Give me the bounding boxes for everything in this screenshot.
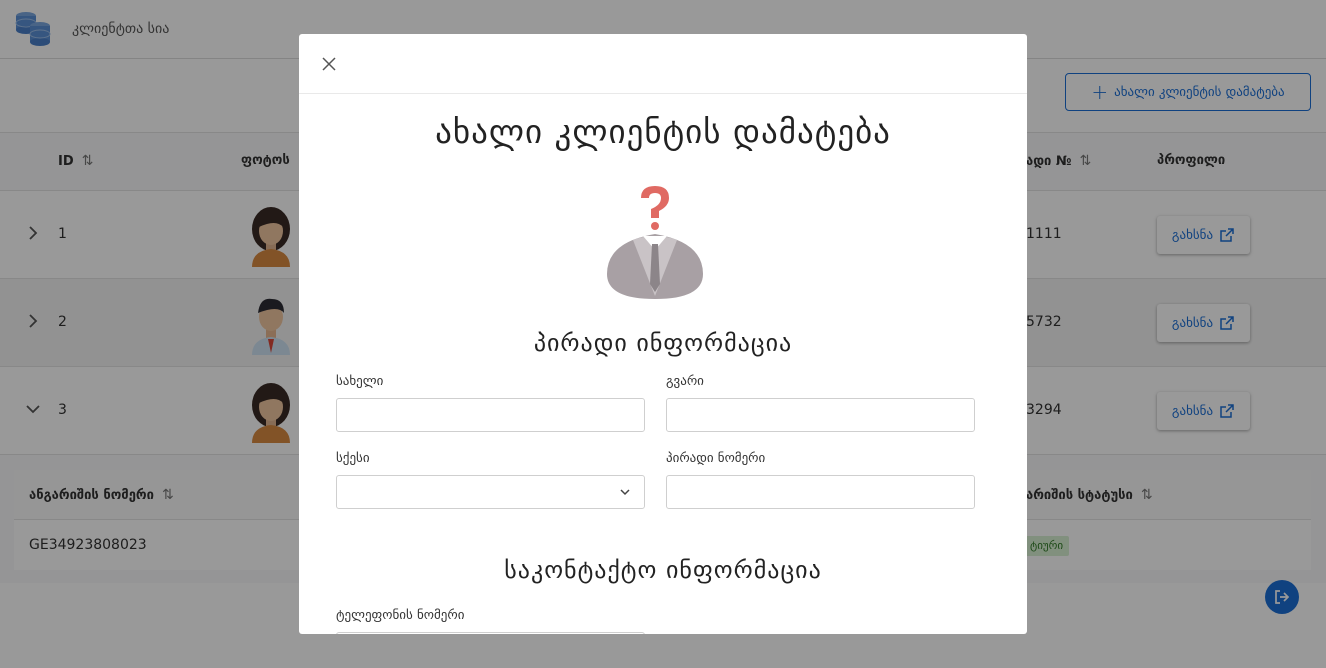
personal-number-label: პირადი ნომერი [666,451,766,466]
contact-info-heading: საკონტაქტო ინფორმაცია [504,556,822,584]
modal-title: ახალი კლიენტის დამატება [435,112,891,151]
gender-select[interactable] [336,475,645,509]
first-name-label: სახელი [336,374,384,389]
first-name-field[interactable] [336,398,645,432]
personal-number-field[interactable] [666,475,975,509]
phone-field[interactable] [336,632,645,634]
personal-info-heading: პირადი ინფორმაცია [533,329,793,357]
close-button[interactable] [317,52,341,76]
unknown-person-icon [607,186,703,299]
last-name-field[interactable] [666,398,975,432]
phone-label: ტელეფონის ნომერი [336,608,465,623]
last-name-label: გვარი [666,374,704,389]
close-icon [322,57,336,71]
chevron-down-icon [620,489,630,496]
modal-header [299,34,1027,94]
add-client-modal: ახალი კლიენტის დამატება პირადი ინფორმაცი… [299,34,1027,634]
gender-label: სქესი [336,451,370,466]
